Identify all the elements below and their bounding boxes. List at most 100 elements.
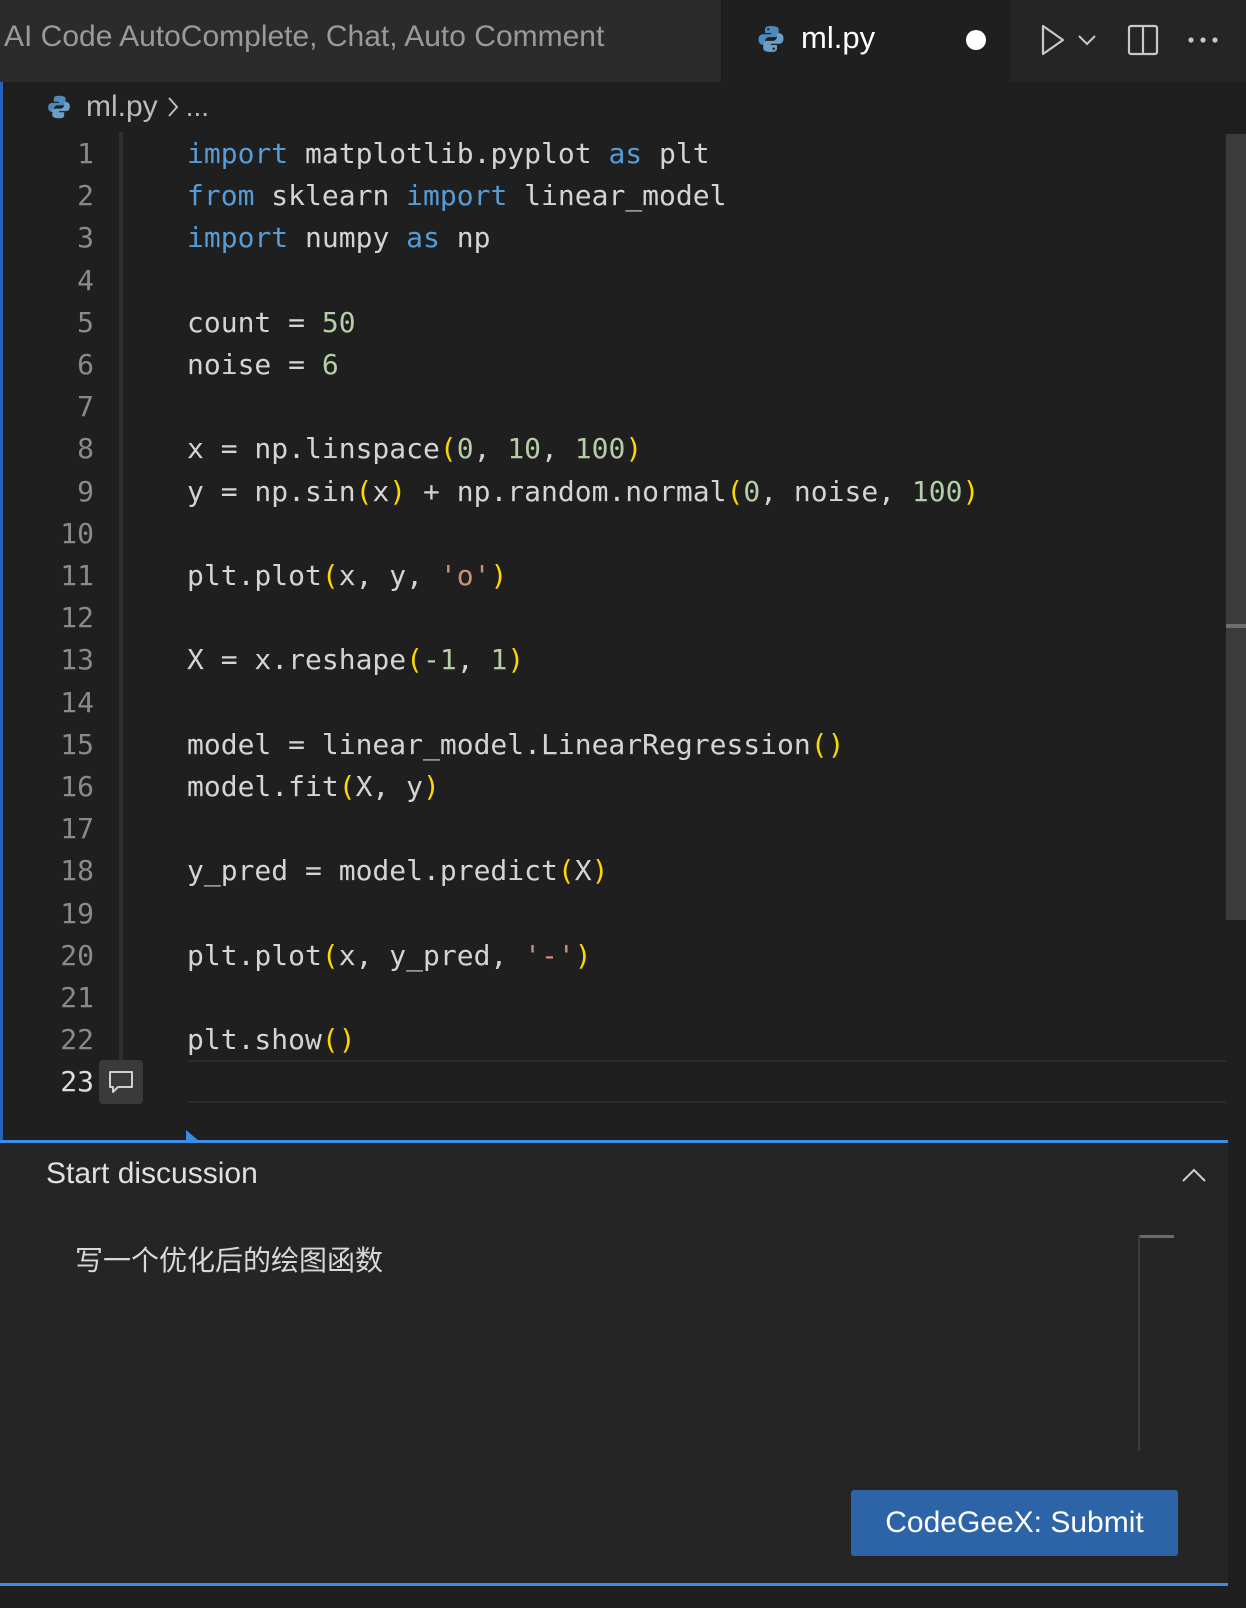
code-text: y_pred = model.predict(X): [187, 849, 608, 892]
code-token: (: [726, 474, 744, 508]
code-line[interactable]: 17: [0, 807, 1228, 850]
code-text: model.fit(X, y): [187, 765, 440, 808]
code-line[interactable]: 9y = np.sin(x) + np.random.normal(0, noi…: [0, 470, 1228, 513]
code-token: ,: [541, 432, 575, 466]
code-line[interactable]: 15 model = linear_model.LinearRegression(…: [0, 723, 1228, 766]
line-number: 1: [77, 137, 94, 170]
line-number: 5: [77, 305, 94, 339]
code-token: model.fit: [187, 770, 339, 803]
code-token: 100: [574, 432, 626, 466]
line-number: 2: [77, 179, 94, 213]
chevron-up-icon[interactable]: [1178, 1159, 1210, 1191]
breadcrumb-symbols[interactable]: ...: [186, 91, 209, 123]
code-line[interactable]: 4: [0, 259, 1228, 302]
code-text: plt.plot(x, y_pred, '-'): [187, 934, 592, 977]
code-line[interactable]: 10: [0, 512, 1228, 555]
breadcrumb: ml.py ...: [0, 82, 1246, 132]
comment-icon[interactable]: [99, 1060, 143, 1105]
code-line[interactable]: 2 from sklearn import linear_model: [0, 174, 1228, 217]
code-token: x = np.linspace: [187, 432, 440, 466]
code-token: X: [574, 854, 592, 888]
scrollbar-cursor-marker: [1226, 624, 1246, 628]
line-number: 14: [60, 685, 94, 719]
discussion-input-scrollbar-thumb[interactable]: [1140, 1235, 1174, 1238]
code-token: x, y_pred,: [338, 938, 525, 972]
code-line[interactable]: 12: [0, 596, 1228, 639]
line-number: 8: [77, 432, 94, 466]
code-line[interactable]: 6 noise = 6: [0, 343, 1228, 386]
line-number: 13: [60, 643, 94, 677]
code-token: y_pred = model.predict: [187, 854, 558, 888]
code-line[interactable]: 21: [0, 976, 1228, 1019]
code-line[interactable]: 19: [0, 892, 1228, 935]
line-number: 11: [60, 559, 94, 592]
code-token: X, y: [355, 770, 424, 803]
chevron-right-icon: [166, 95, 180, 119]
code-token: plt.plot: [187, 938, 322, 972]
code-line[interactable]: 23: [0, 1060, 1228, 1105]
code-line[interactable]: 1 import matplotlib.pyplot as plt: [0, 132, 1228, 175]
code-token: numpy: [288, 221, 407, 255]
code-line[interactable]: 20 plt.plot(x, y_pred, '-'): [0, 934, 1228, 977]
line-number: 21: [60, 981, 94, 1014]
line-number: 12: [60, 601, 94, 635]
unsaved-dot-icon[interactable]: [966, 30, 986, 50]
code-text: import matplotlib.pyplot as plt: [187, 132, 710, 175]
code-token: x, y,: [338, 559, 440, 592]
tab-ml-py-label: ml.py: [801, 20, 876, 55]
code-editor[interactable]: 1 import matplotlib.pyplot as plt 2 from sk…: [0, 132, 1228, 1122]
code-text: plt.show(): [187, 1018, 356, 1061]
code-token: 10: [507, 432, 542, 466]
run-icon[interactable]: [1038, 20, 1068, 60]
code-token: (): [810, 727, 845, 761]
breadcrumb-file[interactable]: ml.py: [86, 90, 158, 124]
editor-scrollbar-thumb[interactable]: [1226, 134, 1246, 920]
code-token: ): [490, 559, 508, 592]
code-token: ): [507, 643, 525, 677]
editor-below-panel: [0, 1586, 1228, 1608]
code-text: count = 50: [187, 301, 356, 344]
code-token: (): [321, 1023, 356, 1057]
python-icon: [756, 24, 786, 59]
line-number: 17: [60, 812, 94, 846]
code-text: plt.plot(x, y, 'o'): [187, 554, 507, 597]
code-token: ): [625, 432, 643, 466]
chevron-down-icon[interactable]: [1076, 20, 1098, 60]
editor-actions: [1010, 0, 1246, 82]
more-icon[interactable]: [1186, 20, 1220, 60]
tab-extension[interactable]: AI Code AutoComplete, Chat, Auto Comment: [0, 0, 722, 82]
discussion-input-value: 写一个优化后的绘图函数: [75, 1244, 384, 1277]
submit-button[interactable]: CodeGeeX: Submit: [851, 1490, 1178, 1556]
tab-ml-py[interactable]: ml.py: [722, 0, 1010, 82]
code-text: y = np.sin(x) + np.random.normal(0, nois…: [187, 470, 979, 513]
code-line[interactable]: 8 x = np.linspace(0, 10, 100): [0, 427, 1228, 470]
code-line[interactable]: 18 y_pred = model.predict(X): [0, 849, 1228, 892]
line-number: 23: [60, 1065, 94, 1099]
code-line[interactable]: 11 plt.plot(x, y, 'o'): [0, 554, 1228, 597]
code-token: 0: [743, 474, 761, 508]
code-token: import: [406, 179, 508, 213]
code-token: plt.plot: [187, 559, 322, 592]
code-line[interactable]: 14: [0, 681, 1228, 724]
discussion-input-scrollbar[interactable]: [1138, 1235, 1140, 1451]
code-line[interactable]: 7: [0, 385, 1228, 428]
line-number: 6: [77, 348, 94, 381]
code-token: sklearn: [254, 179, 407, 213]
code-token: np: [439, 221, 491, 255]
code-token: import: [187, 221, 289, 255]
code-token: -1: [423, 643, 457, 677]
code-line[interactable]: 16 model.fit(X, y): [0, 765, 1228, 808]
code-line[interactable]: 22 plt.show(): [0, 1018, 1228, 1061]
split-editor-icon[interactable]: [1126, 20, 1160, 60]
line-number: 7: [77, 390, 94, 424]
line-number: 22: [60, 1023, 94, 1057]
line-number: 4: [77, 263, 94, 297]
code-line[interactable]: 13 X = x.reshape(-1, 1): [0, 638, 1228, 681]
code-token: (: [557, 854, 575, 888]
code-token: plt.show: [187, 1023, 322, 1057]
code-line[interactable]: 3 import numpy as np: [0, 216, 1228, 259]
code-token: 1: [490, 643, 508, 677]
code-token: ): [389, 474, 407, 508]
code-line[interactable]: 5 count = 50: [0, 301, 1228, 344]
line-number: 10: [60, 516, 94, 550]
